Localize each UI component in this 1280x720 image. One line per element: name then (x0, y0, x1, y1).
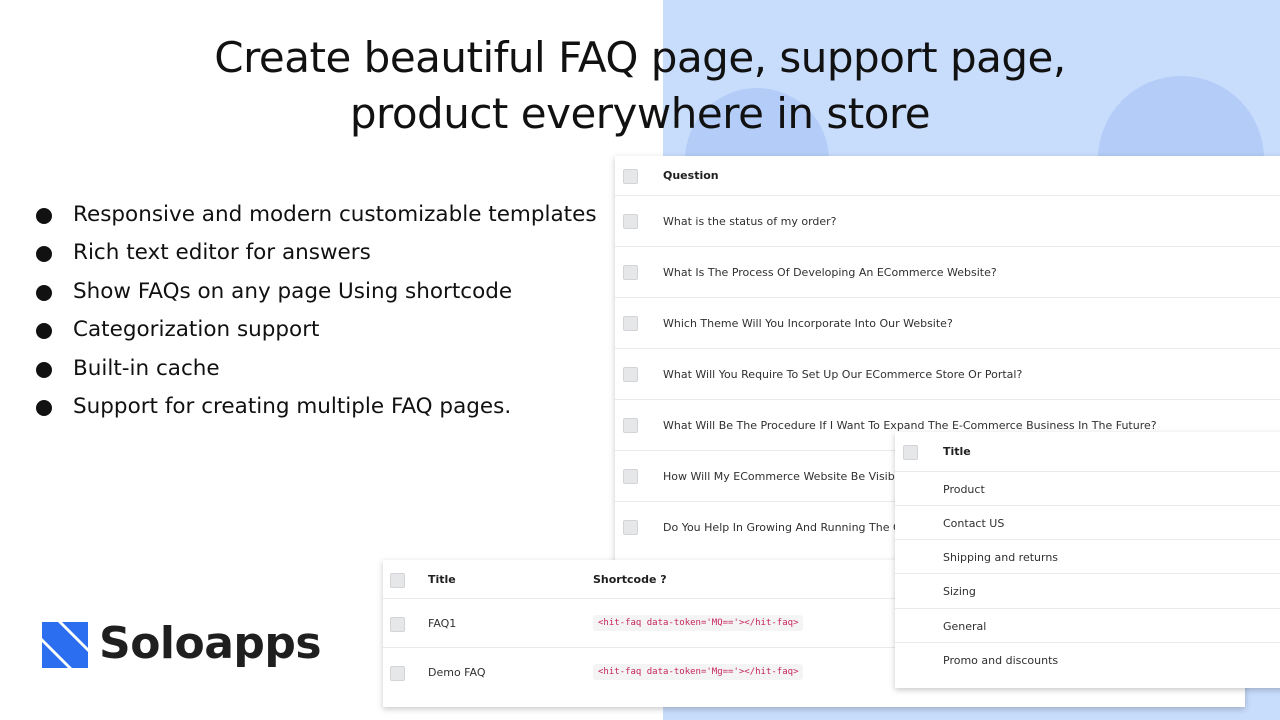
category-title[interactable]: Sizing (943, 585, 976, 598)
bullet-icon (36, 399, 52, 416)
table-row[interactable]: Which Theme Will You Incorporate Into Ou… (615, 298, 1280, 349)
faq-title[interactable]: Demo FAQ (428, 666, 486, 679)
shortcode-snippet[interactable]: <hit-faq data-token='Mg=='></hit-faq> (593, 664, 804, 680)
row-checkbox[interactable] (623, 469, 638, 484)
feature-item: Categorization support (36, 311, 597, 349)
row-checkbox[interactable] (623, 316, 638, 331)
bullet-icon (36, 323, 52, 340)
brand-name: Soloapps (99, 618, 322, 669)
question-text[interactable]: How Will My ECommerce Website Be Visible… (663, 470, 920, 483)
soloapps-logo-icon (42, 622, 88, 668)
category-title[interactable]: Shipping and returns (943, 551, 1058, 564)
table-row[interactable]: What Will You Require To Set Up Our ECom… (615, 349, 1280, 400)
row-checkbox[interactable] (623, 418, 638, 433)
feature-item: Responsive and modern customizable templ… (36, 196, 597, 234)
table-row[interactable]: Promo and discounts (895, 643, 1280, 676)
feature-item: Rich text editor for answers (36, 234, 597, 272)
select-all-checkbox[interactable] (390, 573, 405, 588)
faq-title[interactable]: FAQ1 (428, 617, 456, 630)
table-header-row: Title (895, 432, 1280, 472)
row-checkbox[interactable] (390, 617, 405, 632)
select-all-checkbox[interactable] (623, 169, 638, 184)
column-header-question[interactable]: Question (663, 169, 719, 182)
question-text[interactable]: What Will You Require To Set Up Our ECom… (663, 368, 1022, 381)
question-text[interactable]: What is the status of my order? (663, 215, 837, 228)
column-header-title[interactable]: Title (943, 445, 971, 458)
row-checkbox[interactable] (390, 666, 405, 681)
question-text[interactable]: What Will Be The Procedure If I Want To … (663, 419, 1157, 432)
categories-table: Title Product Contact US Shipping and re… (895, 432, 1280, 688)
row-checkbox[interactable] (623, 265, 638, 280)
help-icon[interactable]: ? (660, 573, 666, 586)
table-row[interactable]: Product (895, 472, 1280, 506)
bullet-icon (36, 246, 52, 263)
category-title[interactable]: Promo and discounts (943, 654, 1058, 667)
category-title[interactable]: Contact US (943, 517, 1004, 530)
bullet-icon (36, 284, 52, 301)
table-row[interactable]: General (895, 609, 1280, 643)
question-text[interactable]: Which Theme Will You Incorporate Into Ou… (663, 317, 953, 330)
row-checkbox[interactable] (623, 214, 638, 229)
bullet-icon (36, 361, 52, 378)
headline-line-2: product everywhere in store (349, 89, 931, 138)
category-title[interactable]: Product (943, 483, 985, 496)
table-row[interactable]: Contact US (895, 506, 1280, 540)
feature-item: Built-in cache (36, 350, 597, 388)
table-row[interactable]: Shipping and returns (895, 540, 1280, 574)
page-headline: Create beautiful FAQ page, support page,… (0, 30, 1280, 142)
question-text[interactable]: What Is The Process Of Developing An ECo… (663, 266, 997, 279)
table-row[interactable]: Sizing (895, 574, 1280, 609)
table-row[interactable]: What Is The Process Of Developing An ECo… (615, 247, 1280, 298)
row-checkbox[interactable] (623, 520, 638, 535)
select-all-checkbox[interactable] (903, 445, 918, 460)
headline-line-1: Create beautiful FAQ page, support page, (214, 33, 1066, 82)
category-title[interactable]: General (943, 620, 986, 633)
feature-item: Support for creating multiple FAQ pages. (36, 388, 597, 426)
bullet-icon (36, 208, 52, 224)
column-header-title[interactable]: Title (428, 573, 456, 586)
column-header-shortcode: Shortcode ? (593, 573, 667, 586)
feature-item: Show FAQs on any page Using shortcode (36, 273, 597, 311)
question-text[interactable]: Do You Help In Growing And Running The O… (663, 521, 915, 534)
table-row[interactable]: What is the status of my order? (615, 196, 1280, 247)
feature-list: Responsive and modern customizable templ… (36, 196, 597, 426)
row-checkbox[interactable] (623, 367, 638, 382)
shortcode-snippet[interactable]: <hit-faq data-token='MQ=='></hit-faq> (593, 615, 804, 631)
table-header-row: Question (615, 156, 1280, 196)
